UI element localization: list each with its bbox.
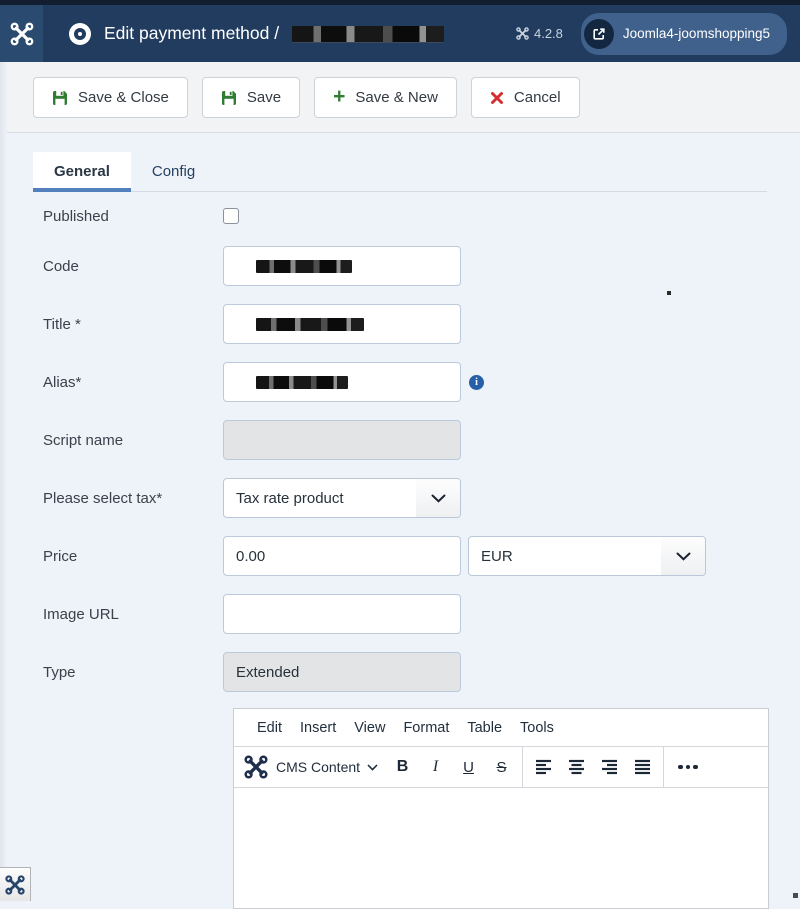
save-icon [52,90,68,106]
currency-select[interactable]: EUR [468,536,706,576]
image-url-row: Image URL [43,594,767,634]
editor-menu-format[interactable]: Format [394,720,458,736]
editor-menu-insert[interactable]: Insert [291,720,345,736]
site-name-label: Joomla4-joomshopping5 [623,26,770,41]
component-icon [69,23,91,45]
cancel-icon [490,91,504,105]
code-row: Code [43,246,767,286]
redacted-text [256,260,352,273]
align-left-button[interactable] [527,751,560,783]
cms-content-dropdown[interactable]: CMS Content [268,759,386,775]
editor-menu-tools[interactable]: Tools [511,720,563,736]
save-label: Save [247,89,281,106]
rich-text-editor: Edit Insert View Format Table Tools [233,708,769,909]
title-row: Title * [43,304,767,344]
script-name-label: Script name [43,432,223,449]
align-right-button[interactable] [593,751,626,783]
payment-method-form: Published Code Title * Alias* i Script n… [33,205,767,909]
redacted-text [256,376,348,389]
cancel-button[interactable]: Cancel [471,77,580,118]
tab-config[interactable]: Config [131,152,216,191]
code-label: Code [43,258,223,275]
preview-site-button[interactable]: Joomla4-joomshopping5 [581,13,787,55]
plus-icon: + [333,86,345,107]
editor-menu-edit[interactable]: Edit [248,720,291,736]
alias-row: Alias* i [43,362,767,402]
currency-select-value: EUR [469,548,661,565]
save-icon [221,90,237,106]
italic-button[interactable]: I [419,751,452,783]
editor-menu-view[interactable]: View [345,720,394,736]
cancel-label: Cancel [514,89,561,106]
external-link-icon [584,19,614,49]
more-toolbar-button[interactable] [678,751,698,783]
type-value: Extended [236,664,299,681]
script-name-row: Script name [43,420,767,460]
align-center-button[interactable] [560,751,593,783]
published-label: Published [43,208,223,225]
joomla-status-button[interactable] [0,867,31,901]
admin-header: Edit payment method / 4.2.8 Joomla4-joom… [0,5,800,62]
type-input: Extended [223,652,461,692]
joomla-logo-icon [244,755,268,779]
title-label: Title * [43,316,223,333]
chevron-down-icon [661,537,705,575]
info-icon: i [469,375,484,390]
underline-button[interactable]: U [452,751,485,783]
editor-toolbar: CMS Content B I U S [234,747,768,788]
strikethrough-button[interactable]: S [485,751,518,783]
title-input[interactable] [223,304,461,344]
joomla-menu-tile[interactable] [0,5,43,62]
redacted-text [292,26,444,42]
tax-select[interactable]: Tax rate product [223,478,461,518]
save-close-label: Save & Close [78,89,169,106]
price-row: Price EUR [43,536,767,576]
tax-label: Please select tax* [43,490,223,507]
image-url-input[interactable] [223,594,461,634]
published-checkbox[interactable] [223,208,239,224]
script-name-input [223,420,461,460]
alias-label: Alias* [43,374,223,391]
price-input[interactable] [223,536,461,576]
tab-general[interactable]: General [33,152,131,191]
code-input[interactable] [223,246,461,286]
chevron-down-icon [367,764,378,771]
joomla-logo-icon [5,875,25,895]
price-label: Price [43,548,223,565]
page-title: Edit payment method / [104,23,279,44]
type-label: Type [43,664,223,681]
tab-bar: General Config [33,152,767,192]
screen-artifact-dot [793,893,798,898]
tax-row: Please select tax* Tax rate product [43,478,767,518]
align-justify-button[interactable] [626,751,659,783]
cms-content-label: CMS Content [276,759,360,775]
chevron-down-icon [416,479,460,517]
ellipsis-icon [678,765,698,770]
redacted-text [256,318,364,331]
alias-input[interactable] [223,362,461,402]
bold-button[interactable]: B [386,751,419,783]
joomla-logo-icon [10,22,34,46]
tax-select-value: Tax rate product [224,490,416,507]
action-toolbar: Save & Close Save + Save & New Cancel [0,62,800,133]
type-row: Type Extended [43,652,767,692]
version-text: 4.2.8 [534,26,563,41]
joomla-version: 4.2.8 [516,26,563,41]
screen-artifact-dot [667,291,671,295]
save-new-button[interactable]: + Save & New [314,77,457,118]
editor-menu-table[interactable]: Table [458,720,511,736]
joomla-version-icon [516,27,529,40]
image-url-label: Image URL [43,606,223,623]
save-new-label: Save & New [355,89,438,106]
save-close-button[interactable]: Save & Close [33,77,188,118]
published-row: Published [43,205,767,227]
save-button[interactable]: Save [202,77,300,118]
editor-menubar: Edit Insert View Format Table Tools [234,709,768,747]
editor-content-area[interactable] [234,788,768,908]
